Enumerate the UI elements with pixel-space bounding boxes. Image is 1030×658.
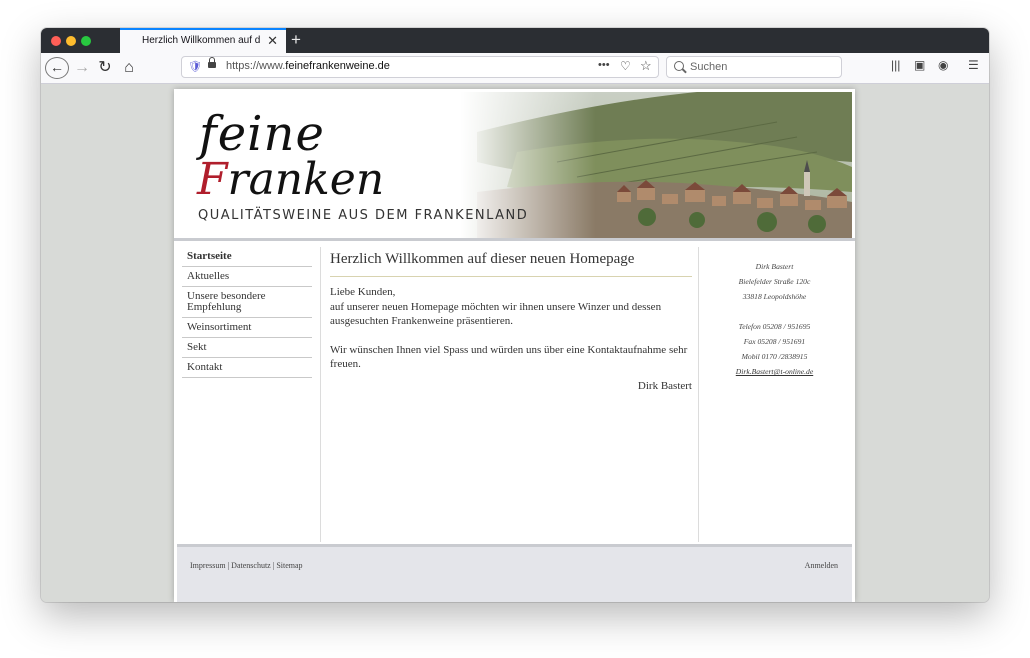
login-link[interactable]: Anmelden	[805, 561, 838, 570]
navigation-toolbar: ← → ↻ ⌂ 🛡 https://www.feinefrankenweine.…	[41, 53, 989, 84]
account-icon[interactable]: ◉	[938, 58, 948, 72]
nav-item-startseite[interactable]: Startseite	[182, 247, 312, 267]
home-button[interactable]: ⌂	[119, 57, 139, 79]
contact-city: 33818 Leopoldshöhe	[742, 292, 807, 301]
contact-fax: Fax 05208 / 951691	[743, 337, 806, 346]
contact-spacer	[707, 304, 842, 319]
menu-icon[interactable]: ☰	[968, 58, 979, 72]
sidebar-icon[interactable]: ▣	[914, 58, 925, 72]
intro-paragraph: auf unserer neuen Homepage möchten wir i…	[330, 300, 662, 328]
nav-item-sekt[interactable]: Sekt	[182, 338, 312, 358]
greeting-text: Liebe Kunden,	[330, 286, 396, 298]
contact-street: Bielefelder Straße 120c	[738, 277, 811, 286]
lock-icon[interactable]	[208, 57, 216, 68]
tracking-protection-icon[interactable]: 🛡	[188, 60, 202, 73]
footer-separator: |	[227, 561, 230, 570]
search-placeholder: Suchen	[690, 61, 728, 73]
sitemap-link[interactable]: Sitemap	[276, 561, 302, 570]
logo-franken: Franken	[197, 154, 384, 205]
contact-box: Dirk Bastert Bielefelder Straße 120c 338…	[707, 259, 842, 379]
url-text[interactable]: https://www.feinefrankenweine.de	[226, 60, 390, 72]
site-footer: Impressum | Datenschutz | Sitemap Anmeld…	[177, 544, 852, 602]
nav-item-weinsortiment[interactable]: Weinsortiment	[182, 318, 312, 338]
nav-item-aktuelles[interactable]: Aktuelles	[182, 267, 312, 287]
minimize-window-button[interactable]	[66, 36, 76, 46]
bookmark-star-icon[interactable]: ☆	[640, 58, 652, 74]
url-domain: feinefrankenweine.de	[285, 60, 390, 72]
url-prefix: https://www.	[226, 60, 286, 72]
footer-links: Impressum | Datenschutz | Sitemap	[190, 561, 303, 570]
reload-button[interactable]: ↻	[95, 57, 115, 79]
page-viewport: feine Franken QUALITÄTSWEINE AUS DEM FRA…	[41, 84, 989, 602]
contact-email-link[interactable]: Dirk.Bastert@t-online.de	[707, 364, 842, 379]
contact-mobile: Mobil 0170 /2838915	[741, 352, 808, 361]
column-divider-right	[698, 247, 699, 542]
site-container: feine Franken QUALITÄTSWEINE AUS DEM FRA…	[174, 89, 855, 602]
page-actions-icon[interactable]: •••	[598, 59, 610, 71]
wish-paragraph: Wir wünschen Ihnen viel Spass und würden…	[330, 343, 688, 371]
main-content: Herzlich Willkommen auf dieser neuen Hom…	[330, 251, 692, 392]
signature: Dirk Bastert	[637, 379, 692, 392]
logo-franken-initial: F	[197, 154, 228, 205]
nav-item-empfehlung[interactable]: Unsere besondere Empfehlung	[182, 287, 312, 318]
page-title: Herzlich Willkommen auf dieser neuen Hom…	[330, 251, 692, 277]
library-icon[interactable]: |||	[891, 58, 900, 72]
pocket-icon[interactable]: ♡	[620, 59, 631, 73]
footer-separator: |	[272, 561, 275, 570]
browser-window: Herzlich Willkommen auf dieser ✕ + ← → ↻…	[41, 28, 989, 602]
datenschutz-link[interactable]: Datenschutz	[231, 561, 271, 570]
close-window-button[interactable]	[51, 36, 61, 46]
browser-tab-active[interactable]: Herzlich Willkommen auf dieser ✕	[120, 28, 286, 53]
nav-item-kontakt[interactable]: Kontakt	[182, 358, 312, 378]
site-tagline: QUALITÄTSWEINE AUS DEM FRANKENLAND	[198, 208, 529, 223]
search-input[interactable]: Suchen	[666, 56, 842, 78]
impressum-link[interactable]: Impressum	[190, 561, 226, 570]
logo-franken-rest: ranken	[227, 154, 385, 205]
back-button[interactable]: ←	[45, 57, 69, 79]
url-bar[interactable]: 🛡 https://www.feinefrankenweine.de ••• ♡…	[181, 56, 659, 78]
forward-button[interactable]: →	[72, 57, 92, 79]
search-icon	[674, 61, 684, 71]
site-header: feine Franken QUALITÄTSWEINE AUS DEM FRA…	[177, 92, 852, 238]
title-bar: Herzlich Willkommen auf dieser ✕ +	[41, 28, 989, 53]
sidebar-nav: Startseite Aktuelles Unsere besondere Em…	[182, 247, 312, 378]
contact-phone: Telefon 05208 / 951695	[738, 322, 811, 331]
header-divider	[174, 238, 855, 241]
tab-close-icon[interactable]: ✕	[267, 33, 278, 49]
tab-title: Herzlich Willkommen auf dieser	[142, 35, 260, 46]
maximize-window-button[interactable]	[81, 36, 91, 46]
column-divider-left	[320, 247, 321, 542]
contact-name: Dirk Bastert	[755, 262, 794, 271]
new-tab-button[interactable]: +	[291, 29, 301, 51]
